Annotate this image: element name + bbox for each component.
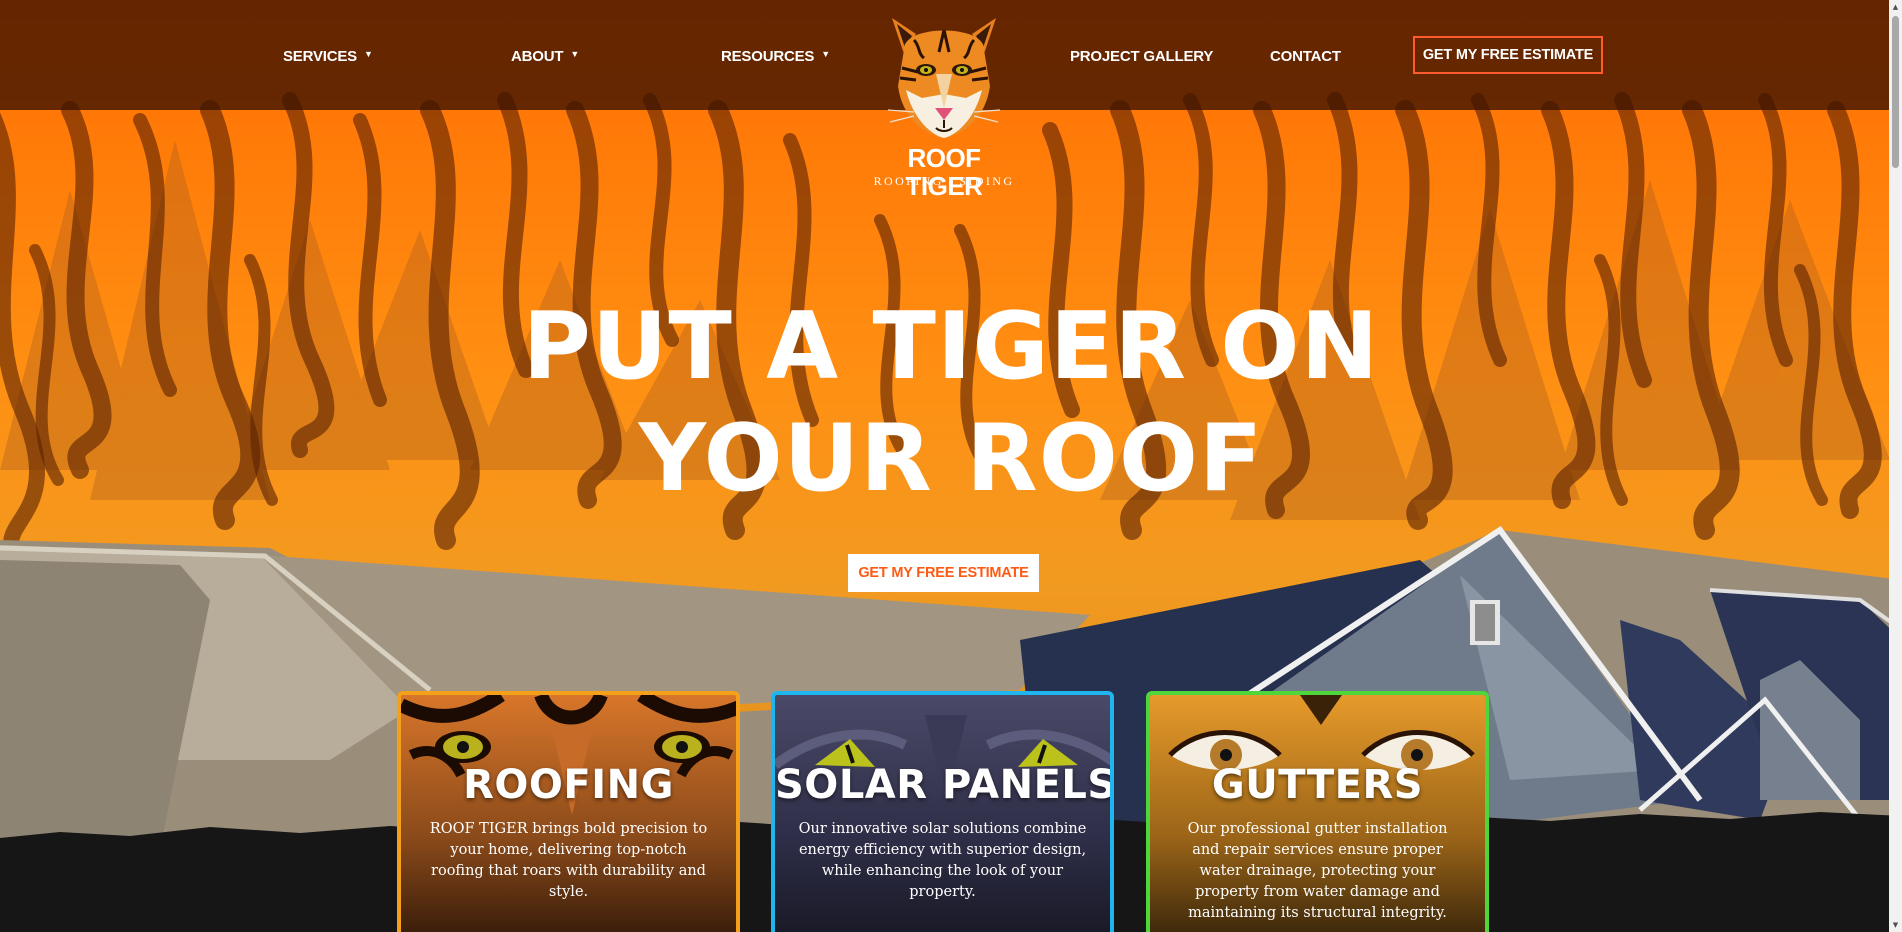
hero-headline: PUT A TIGER ON YOUR ROOF — [451, 290, 1451, 514]
logo-wordmark: ROOF TIGER — [905, 143, 983, 201]
hero-section: SERVICES ▼ ABOUT ▼ RESOURCES ▼ PROJECT G… — [0, 0, 1902, 932]
page-scrollbar[interactable]: ▲ ▼ — [1889, 0, 1902, 932]
nav-project-gallery[interactable]: PROJECT GALLERY — [1070, 44, 1213, 68]
service-card-title: SOLAR PANELS — [775, 762, 1114, 808]
nav-contact-label: CONTACT — [1270, 47, 1341, 65]
get-estimate-hero-button[interactable]: GET MY FREE ESTIMATE — [848, 554, 1039, 592]
scroll-up-arrow-icon[interactable]: ▲ — [1889, 0, 1902, 14]
hero-headline-line-2: YOUR ROOF — [638, 404, 1264, 512]
tiger-head-icon — [887, 18, 1001, 138]
nav-resources-label: RESOURCES — [721, 47, 815, 65]
chevron-down-icon: ▼ — [364, 49, 373, 59]
service-card-title: GUTTERS — [1211, 762, 1424, 808]
service-card-description: Our innovative solar solutions combine e… — [798, 821, 1087, 900]
service-card-description: Our professional gutter installation and… — [1187, 821, 1448, 921]
nav-contact[interactable]: CONTACT — [1270, 44, 1341, 68]
roof-tiger-logo[interactable]: ROOF TIGER ROOFING | SIDING — [866, 12, 1022, 200]
get-estimate-nav-button[interactable]: GET MY FREE ESTIMATE — [1413, 36, 1603, 74]
scrollbar-thumb[interactable] — [1892, 16, 1899, 168]
chevron-down-icon: ▼ — [570, 49, 580, 59]
nav-about[interactable]: ABOUT ▼ — [511, 44, 579, 68]
service-card-description: ROOF TIGER brings bold precision to your… — [429, 821, 708, 900]
service-card-gutters[interactable]: GUTTERS Our professional gutter installa… — [1146, 691, 1489, 932]
chevron-down-icon: ▼ — [821, 49, 830, 59]
scroll-down-arrow-icon[interactable]: ▼ — [1889, 918, 1902, 932]
nav-services-label: SERVICES — [283, 47, 357, 65]
nav-about-label: ABOUT — [511, 47, 564, 65]
nav-project-gallery-label: PROJECT GALLERY — [1070, 47, 1214, 65]
nav-services[interactable]: SERVICES ▼ — [283, 44, 373, 68]
nav-resources[interactable]: RESOURCES ▼ — [721, 44, 830, 68]
hero-headline-line-1: PUT A TIGER ON — [522, 292, 1380, 400]
service-card-title: ROOFING — [463, 762, 674, 808]
service-card-solar-panels[interactable]: SOLAR PANELS Our innovative solar soluti… — [771, 691, 1114, 932]
service-card-roofing[interactable]: ROOFING ROOF TIGER brings bold precision… — [397, 691, 740, 932]
logo-tagline: ROOFING | SIDING — [873, 174, 1015, 188]
